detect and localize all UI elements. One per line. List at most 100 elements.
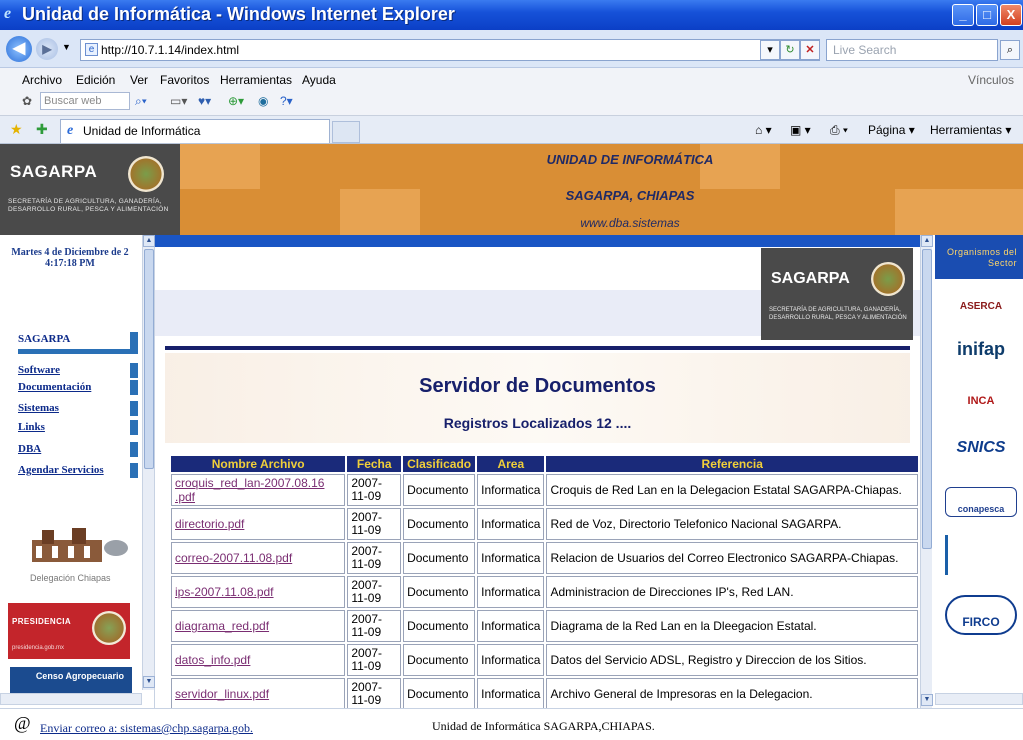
ref-cell: Croquis de Red Lan en la Delegacion Esta…	[546, 474, 918, 506]
tab-unidad[interactable]: e Unidad de Informática	[60, 119, 330, 143]
col-referencia: Referencia	[546, 456, 918, 472]
tools-menu[interactable]: Herramientas ▾	[930, 123, 1011, 137]
toolbar-heart-icon[interactable]: ♥▾	[198, 94, 211, 108]
back-button[interactable]: ◀	[6, 36, 32, 62]
feeds-icon[interactable]: ▣ ▾	[790, 123, 811, 137]
file-link[interactable]: servidor_linux.pdf	[171, 678, 346, 708]
mexico-seal-icon	[871, 262, 905, 296]
sidebar-item-label: DBA	[18, 442, 130, 458]
sidebar-item-agendar[interactable]: Agendar Servicios	[18, 463, 138, 479]
area-cell: Informatica	[477, 542, 545, 574]
left-vertical-scrollbar[interactable]: ▲ ▼	[142, 235, 155, 690]
menu-archivo[interactable]: Archivo	[22, 73, 62, 87]
banner-rule	[165, 346, 910, 350]
main-vertical-scrollbar[interactable]: ▲ ▼	[920, 235, 933, 708]
right-sidebar: Organismos del Sector ASERCA inifap INCA…	[935, 235, 1023, 708]
org-aserca[interactable]: ASERCA	[945, 301, 1017, 312]
date-cell: 2007-11-09	[347, 576, 402, 608]
live-search-input[interactable]: Live Search	[826, 39, 998, 61]
org-inifap[interactable]: inifap	[945, 339, 1017, 360]
page-menu[interactable]: Página ▾	[868, 123, 915, 137]
class-cell: Documento	[403, 678, 476, 708]
toolbar-game-icon[interactable]: ◉	[258, 94, 268, 108]
minimize-button[interactable]: _	[952, 4, 974, 26]
sidebar-item-links[interactable]: Links	[18, 420, 138, 436]
title-bar: e Unidad de Informática - Windows Intern…	[0, 0, 1023, 30]
search-icon[interactable]: ⌕	[1000, 40, 1020, 60]
table-row: directorio.pdf 2007-11-09 Documento Info…	[171, 508, 918, 540]
menu-herramientas[interactable]: Herramientas	[220, 73, 292, 87]
stop-icon[interactable]: ✕	[800, 40, 820, 60]
sidebar-item-documentacion[interactable]: Documentación	[18, 380, 138, 396]
sidebar-item-sistemas[interactable]: Sistemas	[18, 401, 138, 417]
file-link[interactable]: correo-2007.11.08.pdf	[171, 542, 346, 574]
print-icon[interactable]: ⎙ ▾	[830, 123, 848, 138]
file-link[interactable]: directorio.pdf	[171, 508, 346, 540]
right-horizontal-scrollbar[interactable]	[935, 693, 1023, 705]
header-line-2: SAGARPA, CHIAPAS	[565, 188, 695, 203]
menu-ayuda[interactable]: Ayuda	[302, 73, 336, 87]
scroll-down-icon[interactable]: ▼	[143, 676, 155, 688]
toolbar-logo-icon: ✿	[22, 94, 33, 108]
tab-bar: ★ ✚ e Unidad de Informática ⌂ ▾ ▣ ▾ ⎙ ▾ …	[0, 116, 1023, 144]
delegacion-building-image[interactable]	[22, 520, 132, 580]
class-cell: Documento	[403, 644, 476, 676]
file-link[interactable]: croquis_red_lan-2007.08.16 .pdf	[171, 474, 346, 506]
file-link[interactable]: ips-2007.11.08.pdf	[171, 576, 346, 608]
org-firco[interactable]: FIRCO	[945, 595, 1017, 635]
presidencia-seal-icon	[92, 611, 126, 645]
home-icon[interactable]: ⌂ ▾	[755, 123, 772, 137]
file-link[interactable]: datos_info.pdf	[171, 644, 346, 676]
org-snics[interactable]: SNICS	[945, 439, 1017, 457]
sidebar-item-label: Links	[18, 420, 130, 436]
date-cell: 2007-11-09	[347, 542, 402, 574]
toolbar-search-icon[interactable]: ⌕▾	[135, 94, 147, 109]
new-tab-button[interactable]	[332, 121, 360, 143]
file-link[interactable]: diagrama_red.pdf	[171, 610, 346, 642]
sidebar-item-dba[interactable]: DBA	[18, 442, 138, 458]
add-favorites-icon[interactable]: ✚	[36, 121, 48, 138]
menu-ver[interactable]: Ver	[130, 73, 148, 87]
censo-banner[interactable]: Censo Agropecuario	[10, 667, 132, 695]
forward-button[interactable]: ▶	[36, 38, 58, 60]
favorites-star-icon[interactable]: ★	[10, 121, 23, 138]
page-icon: e	[85, 43, 98, 56]
org-conapesca[interactable]: conapesca	[945, 487, 1017, 517]
history-dropdown-icon[interactable]: ▼	[62, 42, 71, 52]
refresh-icon[interactable]: ↻	[780, 40, 800, 60]
col-fecha: Fecha	[347, 456, 402, 472]
close-button[interactable]: X	[1000, 4, 1022, 26]
menu-edicion[interactable]: Edición	[76, 73, 115, 87]
links-label[interactable]: Vínculos	[968, 73, 1014, 87]
class-cell: Documento	[403, 610, 476, 642]
area-cell: Informatica	[477, 644, 545, 676]
scroll-up-icon[interactable]: ▲	[143, 235, 155, 247]
maximize-button[interactable]: □	[976, 4, 998, 26]
search-web-input[interactable]: Buscar web	[40, 92, 130, 110]
sidebar-item-software[interactable]: Software	[18, 363, 138, 379]
table-row: servidor_linux.pdf 2007-11-09 Documento …	[171, 678, 918, 708]
sidebar-item-sagarpa[interactable]: SAGARPA	[18, 332, 138, 354]
scroll-thumb[interactable]	[144, 249, 154, 469]
email-link[interactable]: Enviar correo a: sistemas@chp.sagarpa.go…	[40, 721, 253, 736]
logo-subtitle: SECRETARÍA DE AGRICULTURA, GANADERÍA, DE…	[769, 307, 907, 321]
table-row: croquis_red_lan-2007.08.16 .pdf 2007-11-…	[171, 474, 918, 506]
left-horizontal-scrollbar[interactable]	[0, 693, 142, 705]
documents-table: Nombre Archivo Fecha Clasificado Area Re…	[169, 454, 920, 708]
toolbar-help-icon[interactable]: ?▾	[280, 94, 293, 108]
org-sector-logo[interactable]	[945, 535, 1017, 575]
menu-favoritos[interactable]: Favoritos	[160, 73, 209, 87]
ref-cell: Diagrama de la Red Lan en la Dleegacion …	[546, 610, 918, 642]
ref-cell: Red de Voz, Directorio Telefonico Nacion…	[546, 508, 918, 540]
scroll-down-icon[interactable]: ▼	[921, 694, 933, 706]
url-field[interactable]: e http://10.7.1.14/index.html	[80, 39, 820, 61]
org-inca[interactable]: INCA	[945, 395, 1017, 407]
toolbar-window-icon[interactable]: ▭▾	[170, 94, 187, 108]
scroll-thumb[interactable]	[922, 249, 932, 549]
url-dropdown-icon[interactable]: ▾	[760, 40, 780, 60]
header-line-1: UNIDAD DE INFORMÁTICA	[546, 152, 714, 167]
toolbar-globe-icon[interactable]: ⊕▾	[228, 94, 244, 108]
class-cell: Documento	[403, 508, 476, 540]
presidencia-banner[interactable]: PRESIDENCIA presidencia.gob.mx	[8, 603, 130, 659]
scroll-up-icon[interactable]: ▲	[921, 235, 933, 247]
